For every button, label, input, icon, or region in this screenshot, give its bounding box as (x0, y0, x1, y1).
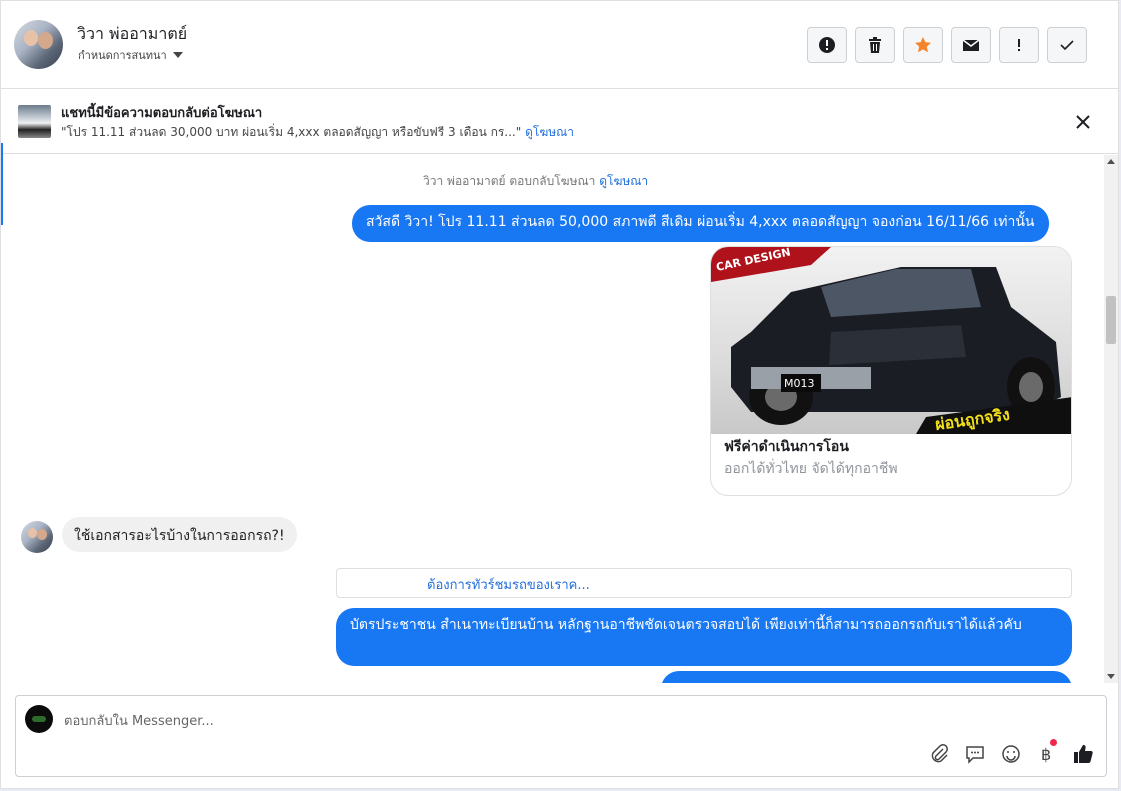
conversation-panel: วิวา พ่ออามาตย์ กำหนดการสนทนา แชทนี้มีข้… (0, 0, 1119, 789)
emoji-icon (1002, 745, 1020, 763)
mark-done-button[interactable] (1047, 27, 1087, 63)
scroll-down-arrow-icon[interactable] (1107, 674, 1115, 679)
message-scrollbar[interactable] (1104, 155, 1118, 683)
sender-avatar[interactable] (21, 521, 53, 553)
report-spam-button[interactable] (807, 27, 847, 63)
pickup-truck-illustration: CAR DESIGN M013 ผ่อนถูกจริง (711, 247, 1071, 434)
saved-replies-button[interactable] (964, 743, 986, 765)
conversation-header: วิวา พ่ออามาตย์ กำหนดการสนทนา (1, 1, 1118, 89)
conversation-label-text: กำหนดการสนทนา (78, 49, 167, 62)
reply-input[interactable]: ตอบกลับใน Messenger... (64, 710, 214, 731)
page-avatar (25, 705, 53, 733)
scroll-up-arrow-icon[interactable] (1107, 159, 1115, 164)
card-title: ฟรีค่าดำเนินการโอน (724, 439, 849, 455)
conversation-label-dropdown[interactable]: กำหนดการสนทนา (78, 46, 183, 64)
outgoing-message[interactable]: บัตรประชาชน สำเนาทะเบียนบ้าน หลักฐานอาชี… (336, 608, 1072, 666)
exclamation-circle-icon (819, 37, 835, 53)
like-button[interactable] (1072, 743, 1094, 765)
mark-unread-button[interactable] (951, 27, 991, 63)
svg-text:฿: ฿ (1041, 745, 1051, 764)
notification-dot (1050, 739, 1057, 746)
star-icon (915, 37, 931, 53)
trash-icon (869, 37, 881, 53)
quick-reply-button[interactable]: ต้องการทัวร์ชมรถของเราค... (336, 568, 1072, 598)
contact-name[interactable]: วิวา พ่ออามาตย์ (77, 22, 187, 47)
like-icon (1074, 745, 1093, 763)
emoji-button[interactable] (1000, 743, 1022, 765)
reply-composer: ตอบกลับใน Messenger... ฿ (15, 695, 1107, 777)
ad-banner-quote: "โปร 11.11 ส่วนลด 30,000 บาท ผ่อนเริ่ม 4… (61, 125, 522, 139)
baht-icon: ฿ (1041, 745, 1051, 764)
scrollbar-thumb[interactable] (1106, 296, 1116, 344)
ad-banner-quote-line: "โปร 11.11 ส่วนลด 30,000 บาท ผ่อนเริ่ม 4… (61, 123, 574, 142)
plate-text: M013 (784, 377, 815, 390)
ad-banner-title: แชทนี้มีข้อความตอบกลับต่อโฆษณา (61, 106, 263, 121)
ad-reply-note-text: วิวา พ่ออามาตย์ ตอบกลับโฆษณา (423, 174, 596, 188)
close-icon[interactable] (1073, 112, 1093, 132)
car-image: CAR DESIGN M013 ผ่อนถูกจริง (711, 247, 1071, 434)
ad-thumbnail (18, 105, 51, 138)
exclamation-icon (1018, 39, 1020, 51)
envelope-icon (962, 39, 980, 51)
composer-tools: ฿ (928, 739, 1094, 765)
delete-button[interactable] (855, 27, 895, 63)
check-icon (1060, 40, 1074, 51)
payment-button[interactable]: ฿ (1036, 739, 1058, 765)
ad-reply-note: วิวา พ่ออามาตย์ ตอบกลับโฆษณา ดูโฆษณา (423, 172, 648, 191)
ad-card[interactable]: CAR DESIGN M013 ผ่อนถูกจริง ฟรีค่าดำเนิน… (710, 246, 1072, 496)
caret-down-icon (172, 52, 183, 58)
ad-reply-banner: แชทนี้มีข้อความตอบกลับต่อโฆษณา "โปร 11.1… (1, 90, 1118, 154)
incoming-message[interactable]: ใช้เอกสารอะไรบ้างในการออกรถ?! (62, 517, 297, 552)
attach-button[interactable] (928, 743, 950, 765)
contact-avatar[interactable] (14, 20, 63, 69)
header-actions (807, 27, 1087, 63)
saved-reply-icon (966, 746, 984, 764)
message-thread[interactable]: วิวา พ่ออามาตย์ ตอบกลับโฆษณา ดูโฆษณา สวั… (1, 155, 1105, 683)
card-subtitle: ออกได้ทั่วไทย จัดได้ทุกอาชีพ (724, 461, 898, 477)
paperclip-icon (931, 744, 948, 763)
flag-important-button[interactable] (999, 27, 1039, 63)
star-button[interactable] (903, 27, 943, 63)
outgoing-message[interactable]: สวัสดี วิวา! โปร 11.11 ส่วนลด 50,000 สภา… (352, 205, 1049, 242)
view-ad-link[interactable]: ดูโฆษณา (525, 125, 574, 139)
outgoing-message-partial[interactable] (661, 671, 1072, 683)
view-ad-link[interactable]: ดูโฆษณา (599, 174, 648, 188)
